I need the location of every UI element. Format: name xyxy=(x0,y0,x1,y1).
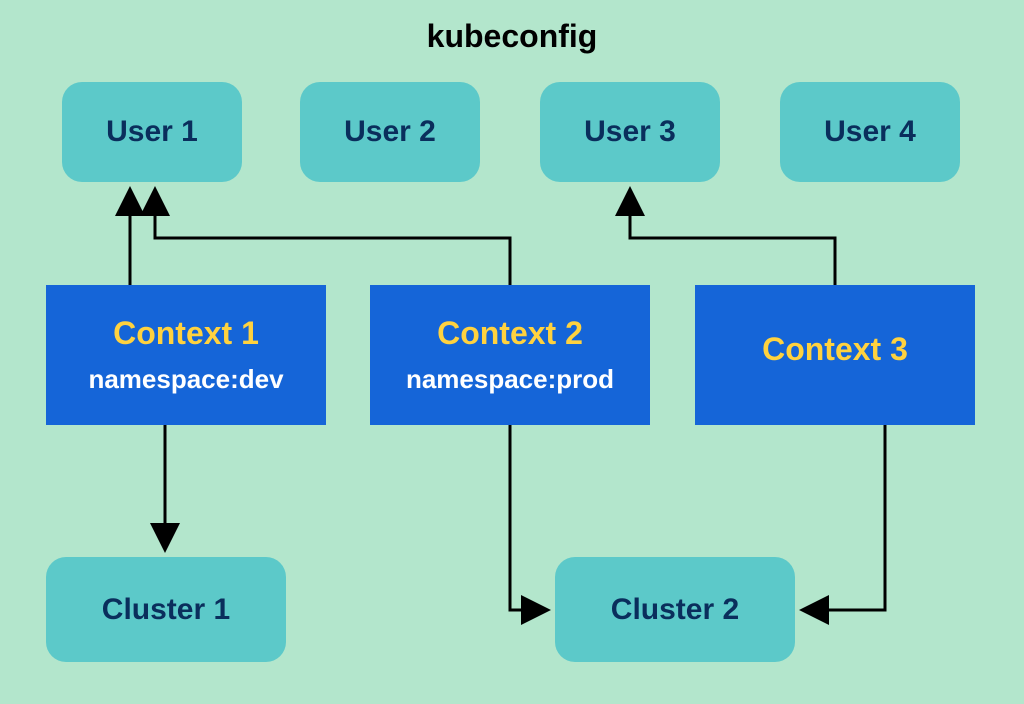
context-2-label: Context 2 xyxy=(437,315,583,352)
cluster-1-label: Cluster 1 xyxy=(102,593,230,627)
user-2-box: User 2 xyxy=(300,82,480,182)
arrow-context2-cluster2 xyxy=(510,425,545,610)
arrow-context3-user3 xyxy=(630,192,835,285)
cluster-2-box: Cluster 2 xyxy=(555,557,795,662)
context-1-label: Context 1 xyxy=(113,315,259,352)
arrow-context3-cluster2 xyxy=(805,425,885,610)
context-3-label: Context 3 xyxy=(762,331,908,368)
user-1-label: User 1 xyxy=(106,115,198,149)
user-3-box: User 3 xyxy=(540,82,720,182)
cluster-1-box: Cluster 1 xyxy=(46,557,286,662)
user-1-box: User 1 xyxy=(62,82,242,182)
context-2-box: Context 2 namespace:prod xyxy=(370,285,650,425)
user-2-label: User 2 xyxy=(344,115,436,149)
context-1-box: Context 1 namespace:dev xyxy=(46,285,326,425)
context-1-namespace: namespace:dev xyxy=(88,364,283,395)
user-3-label: User 3 xyxy=(584,115,676,149)
diagram-title: kubeconfig xyxy=(427,18,598,55)
user-4-label: User 4 xyxy=(824,115,916,149)
context-2-namespace: namespace:prod xyxy=(406,364,614,395)
user-4-box: User 4 xyxy=(780,82,960,182)
context-3-box: Context 3 xyxy=(695,285,975,425)
cluster-2-label: Cluster 2 xyxy=(611,593,739,627)
arrow-context2-user1 xyxy=(155,192,510,285)
